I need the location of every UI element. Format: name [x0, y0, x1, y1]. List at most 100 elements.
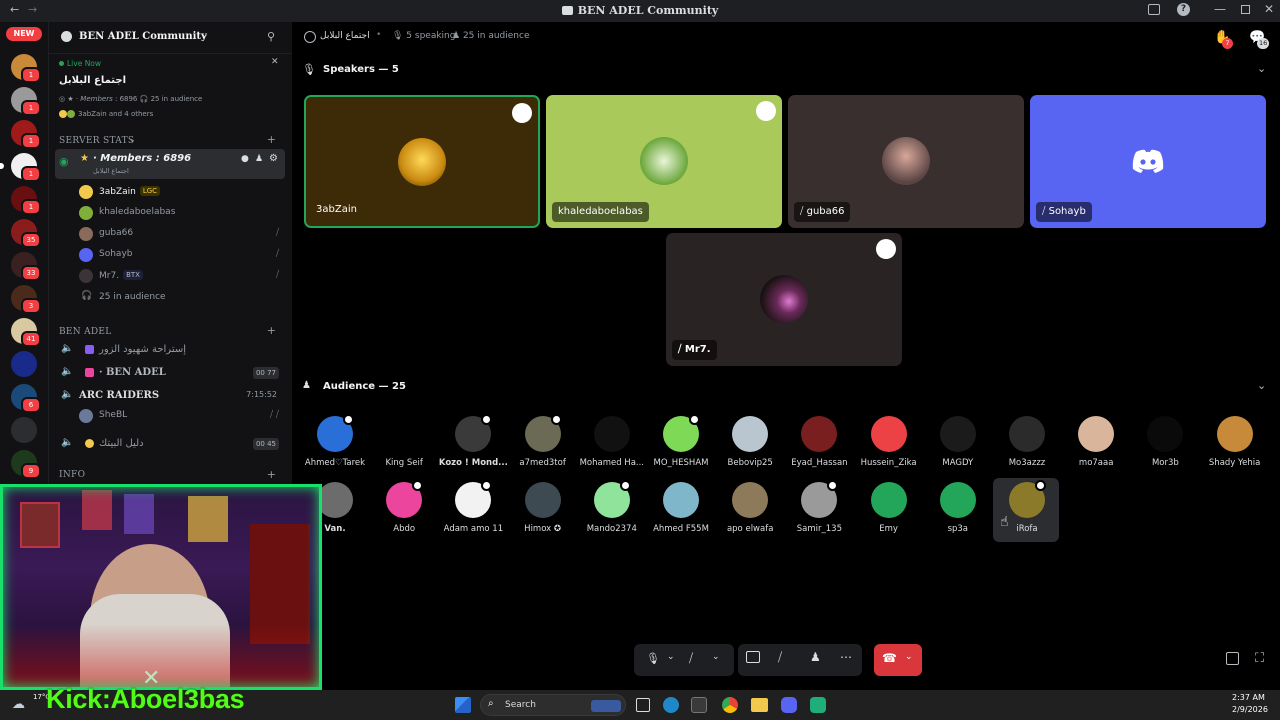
mic-muted-icon: ⧸	[275, 228, 279, 238]
audience-member[interactable]: a7med3tof	[510, 414, 576, 474]
close-icon[interactable]: ✕	[271, 57, 279, 67]
server-icon[interactable]: 1	[11, 87, 41, 116]
app-icon[interactable]	[691, 697, 707, 713]
audience-member[interactable]: Hussein_Zika	[856, 414, 922, 474]
server-icon[interactable]: 6	[11, 384, 41, 413]
screen-share-icon[interactable]	[746, 651, 760, 663]
chevron-down-icon[interactable]: ⌄	[712, 652, 720, 662]
audience-member[interactable]: Abdo	[371, 480, 437, 540]
audience-member[interactable]: sp3a	[925, 480, 991, 540]
discord-taskbar-icon[interactable]	[781, 697, 797, 713]
category-server-stats[interactable]: SERVER STATS	[59, 136, 134, 146]
close-window-button[interactable]: ✕	[1264, 2, 1274, 16]
category-info[interactable]: INFO	[59, 470, 85, 480]
chat-icon[interactable]: ●	[241, 154, 249, 164]
speaker-tile[interactable]: ⧸ Mr7.	[666, 233, 902, 366]
task-view-icon[interactable]	[636, 698, 650, 712]
weather-icon[interactable]: ☁	[12, 697, 25, 712]
chevron-down-icon[interactable]: ⌄	[667, 652, 675, 662]
server-icon[interactable]: 35	[11, 219, 41, 248]
speaker-tile[interactable]: ⧸ guba66	[788, 95, 1024, 228]
speaker-row[interactable]: Sohayb ⧸	[79, 246, 285, 264]
live-now-card[interactable]: Live Now ✕ اجتماع البلابل ◎ ★ · Members …	[49, 55, 293, 121]
invite-icon[interactable]: ♟	[255, 154, 263, 164]
stage-channel-members[interactable]: ◉ ★ · Members : 6896 اجتماع البلابل ● ♟ …	[55, 149, 285, 179]
mute-all-icon[interactable]: ⧸	[778, 650, 782, 665]
new-badge[interactable]: NEW	[6, 27, 42, 41]
server-icon[interactable]: 1	[11, 54, 41, 83]
audience-member[interactable]: Adam amo 11	[440, 480, 506, 540]
edge-icon[interactable]	[663, 697, 679, 713]
audience-member[interactable]: apo elwafa	[717, 480, 783, 540]
server-icon[interactable]: 3	[11, 285, 41, 314]
chevron-down-icon[interactable]: ⌄	[1257, 62, 1266, 75]
audience-count-row[interactable]: 🎧 25 in audience	[79, 289, 285, 307]
add-member-icon[interactable]: ⚲	[267, 30, 275, 43]
voice-channel[interactable]: 🔈 إستراحة شهيود الزور	[55, 340, 285, 360]
voice-channel[interactable]: 🔈 دليل البيتك 00 45	[55, 434, 285, 454]
help-icon[interactable]: ?	[1177, 3, 1190, 16]
server-icon[interactable]	[11, 417, 37, 443]
audience-member[interactable]: Ahmed♡Tarek	[302, 414, 368, 474]
speaker-tile[interactable]: 3abZain	[304, 95, 540, 228]
server-icon[interactable]: 1	[11, 120, 41, 149]
audience-member[interactable]: mo7aaa	[1063, 414, 1129, 474]
add-channel-icon[interactable]: +	[267, 324, 276, 337]
server-icon[interactable]: 41	[11, 318, 41, 347]
audience-member[interactable]: MAGDY	[925, 414, 991, 474]
audience-member[interactable]: Emy	[856, 480, 922, 540]
speaker-tile[interactable]: ⧸ Sohayb	[1030, 95, 1266, 228]
category-ben-adel[interactable]: BEN ADEL	[59, 327, 112, 337]
windows-start-icon[interactable]	[455, 697, 471, 713]
audience-member[interactable]: MO_HESHAM	[648, 414, 714, 474]
speaker-row[interactable]: Mr7. BTX ⧸	[79, 267, 285, 285]
maximize-button[interactable]	[1241, 5, 1250, 14]
gear-icon[interactable]: ⚙	[269, 153, 278, 164]
unread-badge: 1	[21, 199, 41, 215]
speaker-row[interactable]: khaledaboelabas	[79, 204, 285, 222]
audience-member[interactable]: Eyad_Hassan	[786, 414, 852, 474]
voice-channel[interactable]: 🔈 · BEN ADEL 00 77	[55, 363, 285, 383]
add-channel-icon[interactable]: +	[267, 468, 276, 481]
audience-member[interactable]: iRofa	[994, 480, 1060, 540]
file-explorer-icon[interactable]	[751, 698, 768, 712]
server-header[interactable]: BEN ADEL Community ⌄ ⚲	[49, 22, 293, 54]
server-icon[interactable]: 9	[11, 450, 41, 479]
minimize-button[interactable]: —	[1214, 2, 1226, 16]
audience-member[interactable]: Kozo ! Mond...	[439, 414, 508, 474]
audience-member[interactable]: Mohamed Ha...	[579, 414, 645, 474]
voice-user-row[interactable]: SheBL ⧸ ⧸	[79, 407, 285, 425]
speaker-tile[interactable]: khaledaboelabas	[546, 95, 782, 228]
server-icon[interactable]: 33	[11, 252, 41, 281]
server-icon[interactable]: 1	[11, 186, 41, 215]
audience-member[interactable]: Shady Yehia	[1202, 414, 1268, 474]
leave-stage-button[interactable]: ☎ ⌄	[874, 644, 922, 676]
inbox-icon[interactable]	[1148, 4, 1160, 15]
speaker-row[interactable]: 3abZain LGC	[79, 183, 285, 201]
chrome-icon[interactable]	[722, 697, 738, 713]
more-options-icon[interactable]: ⋯	[840, 650, 852, 664]
app-icon[interactable]	[810, 697, 826, 713]
invite-to-speak-icon[interactable]: ♟	[810, 650, 821, 664]
camera-off-icon[interactable]: ⧸	[689, 651, 693, 666]
fullscreen-icon[interactable]: ⛶	[1255, 651, 1264, 666]
audience-member[interactable]: Mor3b	[1132, 414, 1198, 474]
audience-member[interactable]: Bebovip25	[717, 414, 783, 474]
clock-time[interactable]: 2:37 AM	[1232, 693, 1265, 702]
speaker-row[interactable]: guba66 ⧸	[79, 225, 285, 243]
microphone-icon[interactable]: 🎙	[646, 652, 660, 665]
audience-member[interactable]: Mando2374	[579, 480, 645, 540]
taskbar-search[interactable]: ⌕ Search	[480, 694, 626, 716]
chevron-down-icon[interactable]: ⌄	[1257, 379, 1266, 392]
server-icon[interactable]	[11, 351, 37, 377]
audience-member[interactable]: Samir_135	[786, 480, 852, 540]
pop-out-icon[interactable]	[1226, 652, 1239, 665]
voice-channel[interactable]: 🔈 ARC RAIDERS 7:15:52	[55, 386, 285, 406]
server-icon-active[interactable]: 1	[0, 153, 41, 182]
audience-member[interactable]: King Seif	[371, 414, 437, 474]
clock-date[interactable]: 2/9/2026	[1232, 705, 1268, 714]
add-channel-icon[interactable]: +	[267, 133, 276, 146]
audience-member[interactable]: Mo3azzz	[994, 414, 1060, 474]
audience-member[interactable]: Ahmed F55M	[648, 480, 714, 540]
audience-member[interactable]: Himox ✪	[510, 480, 576, 540]
